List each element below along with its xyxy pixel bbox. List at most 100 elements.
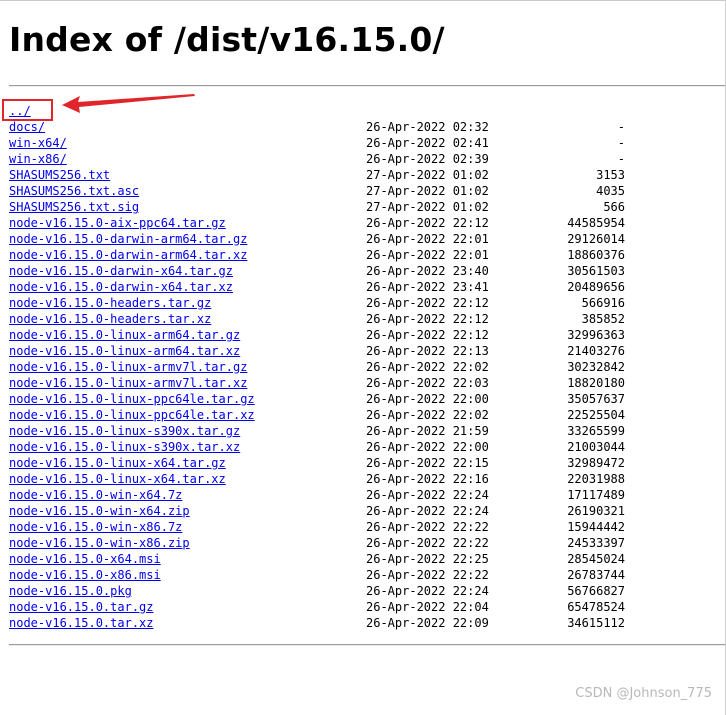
listing-row: node-v16.15.0-x64.msi 26-Apr-2022 22:25 28…: [9, 551, 629, 567]
file-size: 17117489: [567, 488, 625, 502]
file-link[interactable]: node-v16.15.0-win-x86.7z: [9, 519, 182, 535]
modified-date: 26-Apr-2022 22:15: [366, 456, 489, 470]
file-link[interactable]: node-v16.15.0.pkg: [9, 583, 132, 599]
modified-date: 26-Apr-2022 22:12: [366, 328, 489, 342]
file-size: 22031988: [567, 472, 625, 486]
file-size: 34615112: [567, 616, 625, 630]
file-size: 44585954: [567, 216, 625, 230]
file-size: 20489656: [567, 280, 625, 294]
file-link[interactable]: node-v16.15.0-linux-arm64.tar.xz: [9, 343, 240, 359]
file-size: 29126014: [567, 232, 625, 246]
modified-date: 27-Apr-2022 01:02: [366, 168, 489, 182]
file-link[interactable]: node-v16.15.0-win-x86.zip: [9, 535, 190, 551]
file-link[interactable]: node-v16.15.0-darwin-x64.tar.xz: [9, 279, 233, 295]
file-size: 30232842: [567, 360, 625, 374]
file-link[interactable]: node-v16.15.0-win-x64.zip: [9, 503, 190, 519]
file-link[interactable]: node-v16.15.0.tar.xz: [9, 615, 154, 631]
listing-row: SHASUMS256.txt.asc 27-Apr-2022 01:02 4035: [9, 183, 629, 199]
file-link[interactable]: node-v16.15.0-headers.tar.gz: [9, 295, 211, 311]
modified-date: 27-Apr-2022 01:02: [366, 200, 489, 214]
listing-row: node-v16.15.0-win-x64.7z 26-Apr-2022 22:2…: [9, 487, 629, 503]
watermark: CSDN @Johnson_775: [575, 686, 712, 701]
file-size: 30561503: [567, 264, 625, 278]
file-size: 28545024: [567, 552, 625, 566]
file-link[interactable]: node-v16.15.0-darwin-x64.tar.gz: [9, 263, 233, 279]
listing-row: node-v16.15.0-x86.msi 26-Apr-2022 22:22 26…: [9, 567, 629, 583]
listing-row: node-v16.15.0-linux-x64.tar.gz 26-Apr-202…: [9, 455, 629, 471]
file-size: 385852: [581, 312, 625, 326]
file-link[interactable]: node-v16.15.0-linux-armv7l.tar.gz: [9, 359, 247, 375]
file-link[interactable]: node-v16.15.0-linux-s390x.tar.xz: [9, 439, 240, 455]
file-link[interactable]: node-v16.15.0-linux-x64.tar.gz: [9, 455, 226, 471]
file-size: -: [617, 136, 625, 150]
file-link[interactable]: SHASUMS256.txt.sig: [9, 199, 139, 215]
listing-row: SHASUMS256.txt 27-Apr-2022 01:02 3153: [9, 167, 629, 183]
file-link[interactable]: SHASUMS256.txt: [9, 167, 110, 183]
file-link[interactable]: node-v16.15.0-x64.msi: [9, 551, 161, 567]
modified-date: 26-Apr-2022 21:59: [366, 424, 489, 438]
highlight-box: [2, 99, 53, 121]
modified-date: 26-Apr-2022 22:02: [366, 360, 489, 374]
modified-date: 26-Apr-2022 22:24: [366, 504, 489, 518]
listing-row: node-v16.15.0-darwin-x64.tar.gz 26-Apr-20…: [9, 263, 629, 279]
modified-date: 26-Apr-2022 22:01: [366, 232, 489, 246]
file-link[interactable]: node-v16.15.0-win-x64.7z: [9, 487, 182, 503]
modified-date: 26-Apr-2022 22:00: [366, 440, 489, 454]
listing-row: win-x64/26-Apr-2022 02:41 -: [9, 135, 629, 151]
listing-row: node-v16.15.0-linux-s390x.tar.xz 26-Apr-2…: [9, 439, 629, 455]
file-size: 18820180: [567, 376, 625, 390]
file-link[interactable]: SHASUMS256.txt.asc: [9, 183, 139, 199]
file-link[interactable]: node-v16.15.0-linux-arm64.tar.gz: [9, 327, 240, 343]
file-size: 3153: [596, 168, 625, 182]
file-link[interactable]: node-v16.15.0-linux-x64.tar.xz: [9, 471, 226, 487]
modified-date: 26-Apr-2022 22:03: [366, 376, 489, 390]
file-link[interactable]: node-v16.15.0-linux-ppc64le.tar.gz: [9, 391, 255, 407]
file-link[interactable]: win-x64/: [9, 135, 67, 151]
file-size: 21003044: [567, 440, 625, 454]
horizontal-rule-top: [9, 85, 725, 87]
modified-date: 26-Apr-2022 22:12: [366, 296, 489, 310]
file-size: 26783744: [567, 568, 625, 582]
file-size: 18860376: [567, 248, 625, 262]
listing-row: node-v16.15.0.pkg 26-Apr-2022 22:24 567668…: [9, 583, 629, 599]
listing-row: node-v16.15.0-aix-ppc64.tar.gz 26-Apr-202…: [9, 215, 629, 231]
listing-row: win-x86/26-Apr-2022 02:39 -: [9, 151, 629, 167]
modified-date: 26-Apr-2022 02:39: [366, 152, 489, 166]
file-link[interactable]: node-v16.15.0-headers.tar.xz: [9, 311, 211, 327]
modified-date: 27-Apr-2022 01:02: [366, 184, 489, 198]
file-size: -: [617, 120, 625, 134]
file-size: 33265599: [567, 424, 625, 438]
file-size: 32989472: [567, 456, 625, 470]
file-link[interactable]: node-v16.15.0-darwin-arm64.tar.xz: [9, 247, 247, 263]
modified-date: 26-Apr-2022 22:25: [366, 552, 489, 566]
listing-row: node-v16.15.0-win-x64.zip 26-Apr-2022 22:…: [9, 503, 629, 519]
file-link[interactable]: node-v16.15.0-linux-armv7l.tar.xz: [9, 375, 247, 391]
file-size: 35057637: [567, 392, 625, 406]
modified-date: 26-Apr-2022 23:41: [366, 280, 489, 294]
file-link[interactable]: node-v16.15.0-linux-s390x.tar.gz: [9, 423, 240, 439]
listing-row: node-v16.15.0-linux-arm64.tar.xz 26-Apr-2…: [9, 343, 629, 359]
modified-date: 26-Apr-2022 22:22: [366, 568, 489, 582]
listing-row: node-v16.15.0.tar.gz 26-Apr-2022 22:04 654…: [9, 599, 629, 615]
file-size: 21403276: [567, 344, 625, 358]
listing-row: node-v16.15.0-linux-arm64.tar.gz 26-Apr-2…: [9, 327, 629, 343]
listing-row: node-v16.15.0-linux-s390x.tar.gz 26-Apr-2…: [9, 423, 629, 439]
listing-row: node-v16.15.0-headers.tar.xz 26-Apr-2022 …: [9, 311, 629, 327]
modified-date: 26-Apr-2022 22:22: [366, 536, 489, 550]
listing-row: node-v16.15.0-darwin-arm64.tar.xz 26-Apr-…: [9, 247, 629, 263]
modified-date: 26-Apr-2022 02:32: [366, 120, 489, 134]
file-link[interactable]: win-x86/: [9, 151, 67, 167]
file-link[interactable]: node-v16.15.0-aix-ppc64.tar.gz: [9, 215, 226, 231]
file-link[interactable]: docs/: [9, 119, 45, 135]
left-arrow-icon: [62, 94, 195, 113]
modified-date: 26-Apr-2022 22:22: [366, 520, 489, 534]
listing-row: node-v16.15.0-linux-armv7l.tar.gz 26-Apr-…: [9, 359, 629, 375]
modified-date: 26-Apr-2022 02:41: [366, 136, 489, 150]
file-link[interactable]: node-v16.15.0-x86.msi: [9, 567, 161, 583]
file-link[interactable]: node-v16.15.0-darwin-arm64.tar.gz: [9, 231, 247, 247]
listing-row: node-v16.15.0-darwin-arm64.tar.gz 26-Apr-…: [9, 231, 629, 247]
file-size: -: [617, 152, 625, 166]
file-link[interactable]: node-v16.15.0-linux-ppc64le.tar.xz: [9, 407, 255, 423]
file-link[interactable]: node-v16.15.0.tar.gz: [9, 599, 154, 615]
modified-date: 26-Apr-2022 22:02: [366, 408, 489, 422]
